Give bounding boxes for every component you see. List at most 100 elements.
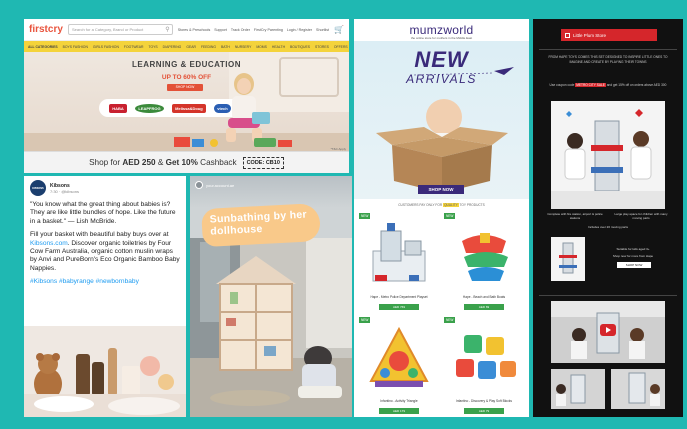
header-link[interactable]: Login / Register xyxy=(287,28,312,32)
header-links: Stores & Preschools Support Track Order … xyxy=(178,28,329,32)
nav-item[interactable]: MOMS xyxy=(256,45,267,49)
new-badge: NEW xyxy=(444,213,456,219)
cart-icon[interactable]: 🛒 xyxy=(334,25,344,34)
tweet-handle: 7:30 · @kibsons xyxy=(50,188,79,194)
coupon-code[interactable]: CODE: CB10 xyxy=(242,156,284,169)
hero-toys-image xyxy=(174,137,292,147)
header-link[interactable]: Support xyxy=(214,28,227,32)
header-link[interactable]: Stores & Preschools xyxy=(178,28,211,32)
tweet-header: KIBSONS Kibsons 7:30 · @kibsons xyxy=(24,176,186,200)
promo-code[interactable]: METRO CITY SALE xyxy=(575,83,606,87)
new-badge: NEW xyxy=(444,317,456,323)
hero-title: LEARNING & EDUCATION xyxy=(132,60,241,69)
feature-caption: Includes over 20 moving parts xyxy=(587,225,629,229)
story-photo[interactable] xyxy=(190,238,352,417)
nav-item[interactable]: OFFERS xyxy=(334,45,348,49)
new-arrivals-hero[interactable]: NEW ARRIVALS SHOP NOW xyxy=(354,41,529,199)
hero-offer: UP TO 60% OFF xyxy=(161,74,212,81)
mumzworld-email: mumzworld the online store for mothers i… xyxy=(354,19,529,417)
nav-item[interactable]: STORES xyxy=(315,45,329,49)
age-caption: Suitable for kids aged 3+ xyxy=(616,247,650,251)
terms-note: *T&C Apply xyxy=(330,147,346,151)
promo-text: Use coupon code METRO CITY SALE and get … xyxy=(549,83,667,87)
firstcry-header: firstcry Search for a Category, Brand or… xyxy=(24,19,349,41)
firstcry-screenshot: firstcry Search for a Category, Brand or… xyxy=(24,19,349,173)
gallery-image[interactable] xyxy=(551,369,605,409)
tweet-hashtags[interactable]: #Kibsons #babyrange #newbornbaby xyxy=(30,278,180,286)
nav-item[interactable]: DIAPERING xyxy=(163,45,182,49)
nav-item[interactable]: BATH xyxy=(221,45,230,49)
kibsons-tweet: KIBSONS Kibsons 7:30 · @kibsons "You kno… xyxy=(24,176,186,417)
nav-item[interactable]: GEAR xyxy=(186,45,196,49)
product-image xyxy=(372,223,426,282)
nav-item[interactable]: FEEDING xyxy=(201,45,216,49)
header-link[interactable]: FirstCry Parenting xyxy=(254,28,283,32)
product-image xyxy=(456,335,516,379)
product-card[interactable]: NEW Hape - Beach and Bath Boats AED 69 xyxy=(442,211,526,313)
product-name: Infantino - Activity Triangle xyxy=(380,399,418,403)
shop-caption: Shop now for more from Hape xyxy=(612,254,654,258)
gallery-image[interactable] xyxy=(611,369,665,409)
story-text-sticker: Sunbathing by her dollhouse xyxy=(201,202,321,248)
nav-item[interactable]: NURSERY xyxy=(235,45,252,49)
product-card[interactable]: NEW Infantino - Activity Triangle AED 17… xyxy=(357,315,441,417)
cashback-text: Shop for AED 250 & Get 10% Cashback xyxy=(89,158,237,167)
nav-item[interactable]: BOYS FASHION xyxy=(63,45,88,49)
feature-caption: Complete with fire station, airport & po… xyxy=(547,212,603,220)
info-strip: CUSTOMERS PAY ONLY FOR QUALITY TOY PRODU… xyxy=(398,203,485,207)
search-icon[interactable]: ⚲ xyxy=(165,25,169,35)
nav-item[interactable]: HEALTH xyxy=(272,45,285,49)
product-name: Hape - Metro Police Department Playset xyxy=(370,295,428,299)
product-card[interactable]: NEW Infantino - Discovery & Play Soft Bl… xyxy=(442,315,526,417)
intro-text: FROM HAPE TOYS COMES THIS SET DESIGNED T… xyxy=(548,55,668,64)
story-account[interactable]: your.account.ae xyxy=(195,181,234,189)
mumzworld-logo[interactable]: mumzworld xyxy=(354,19,529,37)
tweet-quote: "You know what the great thing about bab… xyxy=(30,201,176,225)
headline-arrivals: ARRIVALS xyxy=(406,72,477,86)
product-image xyxy=(462,233,508,281)
product-price-button[interactable]: AED 769 xyxy=(379,304,419,310)
instagram-story: your.account.ae Sunbathing by her dollho… xyxy=(190,176,352,417)
store-logo[interactable]: Little Plum Store xyxy=(561,29,657,41)
nav-item-all-categories[interactable]: ALL CATEGORIES xyxy=(28,45,58,49)
hape-dark-email: Little Plum Store FROM HAPE TOYS COMES T… xyxy=(533,19,683,417)
nav-item[interactable]: TOYS xyxy=(149,45,158,49)
brand-logo-melissa-doug[interactable]: Melissa&Doug xyxy=(172,103,206,113)
product-price-button[interactable]: AED 179 xyxy=(379,408,419,414)
tweet-photo[interactable] xyxy=(24,326,186,417)
new-badge: NEW xyxy=(359,213,371,219)
search-placeholder: Search for a Category, Brand or Product xyxy=(72,27,144,32)
headline-new: NEW xyxy=(414,47,469,72)
nav-item[interactable]: GIRLS FASHION xyxy=(93,45,119,49)
brand-logo-leapfrog[interactable]: LEAPFROG xyxy=(135,103,164,113)
shop-now-button[interactable]: SHOP NOW xyxy=(418,185,464,194)
firstcry-logo[interactable]: firstcry xyxy=(29,24,63,35)
shop-now-button[interactable]: SHOP NOW xyxy=(617,262,651,268)
product-name: Infantino - Discovery & Play Soft Blocks xyxy=(456,399,512,403)
story-handle: your.account.ae xyxy=(206,182,235,188)
new-badge: NEW xyxy=(359,317,371,323)
kids-playing-image[interactable] xyxy=(551,101,665,209)
product-thumbnail[interactable] xyxy=(551,237,585,281)
header-link[interactable]: Shortlist xyxy=(316,28,329,32)
cashback-banner[interactable]: Shop for AED 250 & Get 10% Cashback CODE… xyxy=(24,151,349,173)
brand-logo-haba[interactable]: HABA xyxy=(109,103,127,113)
product-price-button[interactable]: AED 69 xyxy=(464,304,504,310)
product-price-button[interactable]: AED 79 xyxy=(464,408,504,414)
nav-item[interactable]: FOOTWEAR xyxy=(124,45,144,49)
product-card[interactable]: NEW Hape - Metro Police Department Plays… xyxy=(357,211,441,313)
hero-banner[interactable]: LEARNING & EDUCATION UP TO 60% OFF SHOP … xyxy=(24,52,349,151)
header-link[interactable]: Track Order xyxy=(231,28,250,32)
search-input[interactable]: Search for a Category, Brand or Product … xyxy=(68,24,173,35)
store-logo-icon xyxy=(565,32,570,38)
product-name: Hape - Beach and Bath Boats xyxy=(462,295,506,299)
tweet-paragraph: Fill your basket with beautiful baby buy… xyxy=(30,231,180,272)
shop-now-button[interactable]: SHOP NOW xyxy=(167,84,203,91)
nav-item[interactable]: BOUTIQUES xyxy=(290,45,310,49)
avatar[interactable]: KIBSONS xyxy=(30,180,46,196)
tweet-link[interactable]: Kibsons.com xyxy=(30,240,68,247)
divider xyxy=(539,49,677,50)
category-nav: ALL CATEGORIES BOYS FASHION GIRLS FASHIO… xyxy=(24,41,349,52)
video-thumbnail[interactable] xyxy=(551,301,665,363)
mumzworld-tagline: the online store for mothers in the Midd… xyxy=(410,36,473,40)
